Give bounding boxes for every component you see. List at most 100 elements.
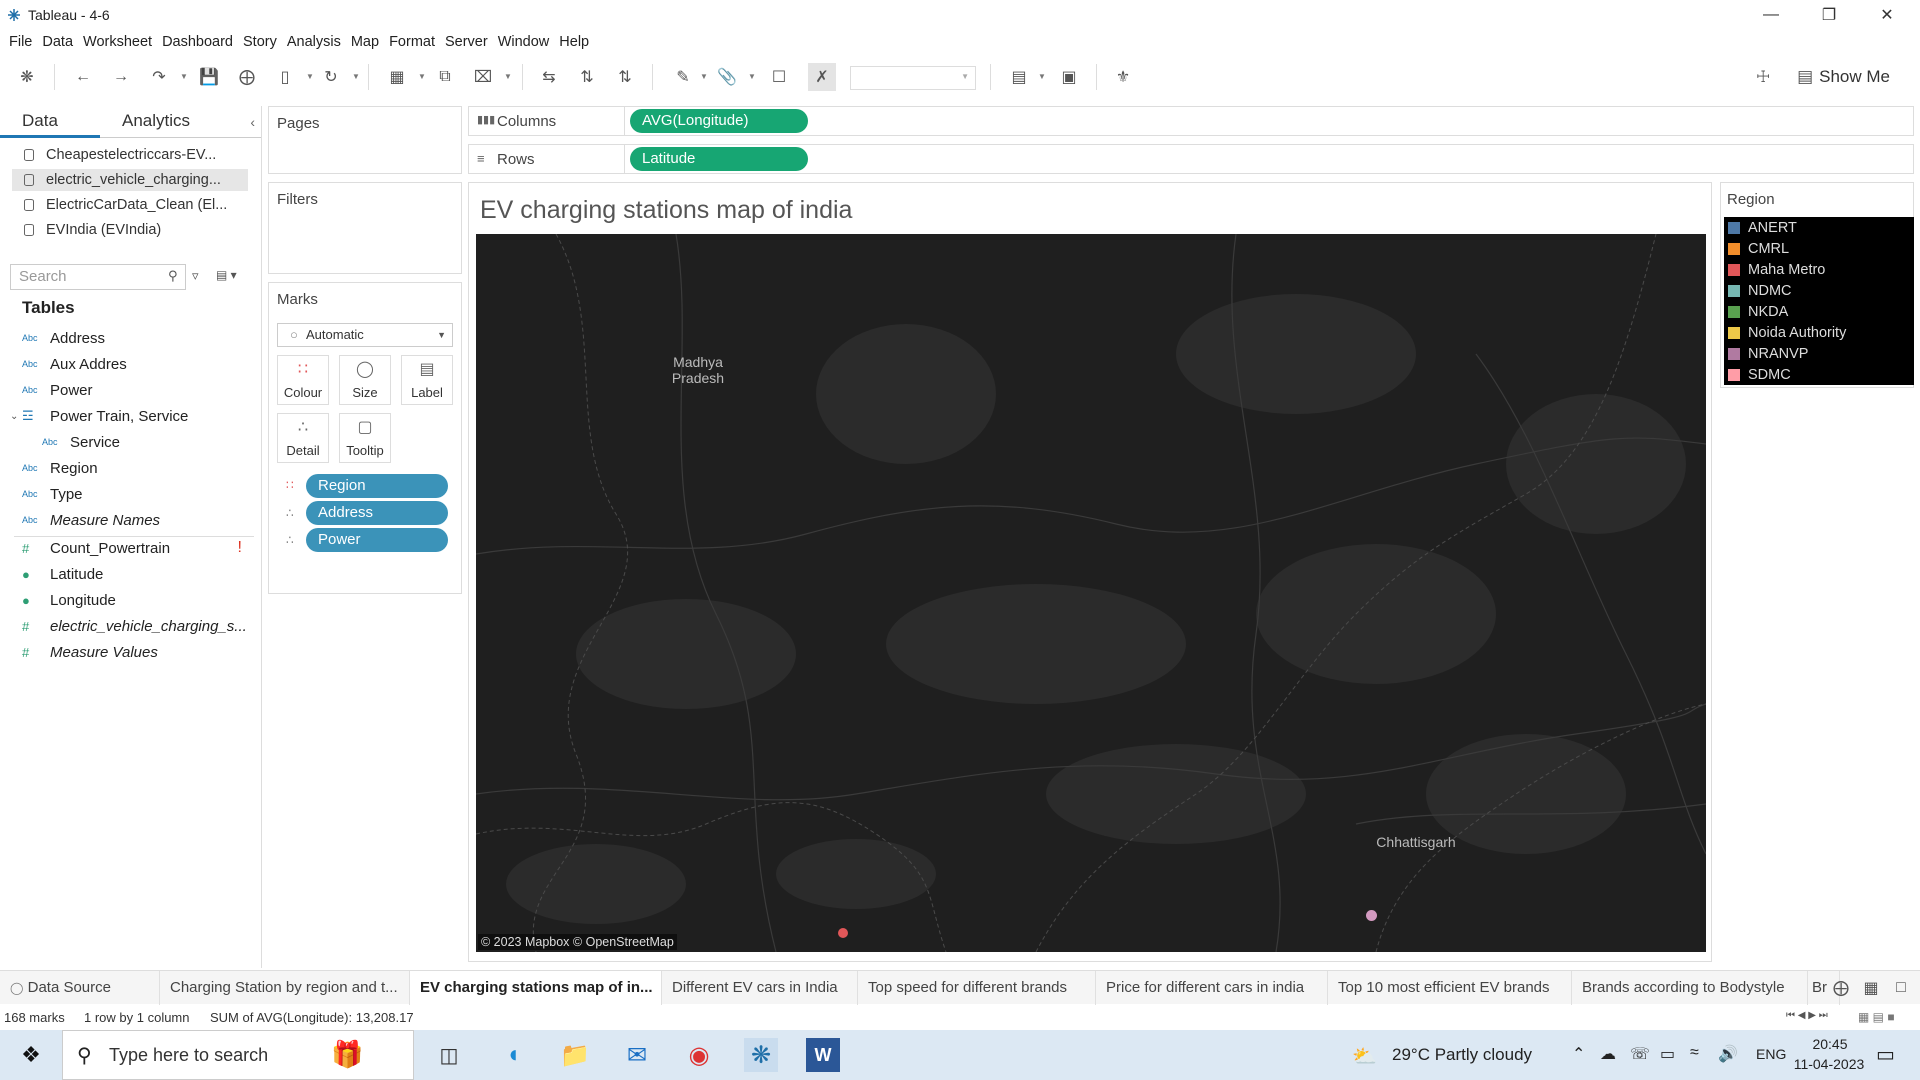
new-story-icon[interactable]: □: [1890, 977, 1912, 999]
field-measure-names[interactable]: Abc Measure Names: [22, 509, 256, 531]
clock-date[interactable]: 11-04-2023: [1764, 1056, 1894, 1072]
sheet-tab[interactable]: Top speed for different brands: [858, 971, 1096, 1005]
menu-file[interactable]: File: [9, 34, 32, 50]
colour-button[interactable]: ∷ Colour: [277, 355, 329, 405]
marks-pill-region[interactable]: Region: [306, 474, 448, 498]
datasource-item[interactable]: Cheapestelectriccars-EV...: [12, 144, 248, 166]
filter-icon[interactable]: ▿: [192, 268, 199, 284]
menu-worksheet[interactable]: Worksheet: [83, 34, 152, 50]
menu-format[interactable]: Format: [389, 34, 435, 50]
field-latitude[interactable]: ● Latitude: [22, 563, 256, 585]
new-dashboard-icon[interactable]: ▦: [1860, 977, 1882, 999]
tab-data[interactable]: Data: [0, 106, 100, 138]
view-options-icon[interactable]: ▤ ▾: [216, 268, 237, 282]
meet-icon[interactable]: ☏: [1630, 1044, 1650, 1064]
fit-dropdown[interactable]: ▼: [850, 66, 976, 90]
tableau-home-icon[interactable]: ❋: [16, 66, 38, 88]
replay-icon[interactable]: ↷: [148, 66, 170, 88]
datasource-item[interactable]: ElectricCarData_Clean (El...: [12, 194, 248, 216]
columns-pill-longitude[interactable]: AVG(Longitude): [630, 109, 808, 133]
map-point[interactable]: [838, 928, 848, 938]
datasource-item[interactable]: EVIndia (EVIndia): [12, 219, 248, 241]
field-address[interactable]: Abc Address: [22, 327, 256, 349]
filters-shelf[interactable]: Filters: [268, 182, 462, 274]
new-datasource-icon[interactable]: ⨁: [236, 66, 258, 88]
legend-item[interactable]: NRANVP: [1724, 343, 1914, 364]
sort-descending-icon[interactable]: ⇅: [614, 66, 636, 88]
restore-icon[interactable]: ❐: [1800, 0, 1858, 30]
legend-item[interactable]: Maha Metro: [1724, 259, 1914, 280]
show-me-button[interactable]: ▤ Show Me: [1797, 67, 1890, 87]
tab-analytics[interactable]: Analytics: [100, 106, 220, 138]
fix-axes-icon[interactable]: ✗: [808, 63, 836, 91]
field-aux-addres[interactable]: Abc Aux Addres: [22, 353, 256, 375]
legend-item[interactable]: NKDA: [1724, 301, 1914, 322]
sort-ascending-icon[interactable]: ⇅: [576, 66, 598, 88]
sheet-tab[interactable]: Different EV cars in India: [662, 971, 858, 1005]
clear-sheet-icon[interactable]: ⌧: [472, 66, 494, 88]
battery-icon[interactable]: ▭: [1660, 1044, 1675, 1064]
windows-start-icon[interactable]: ❖: [14, 1038, 48, 1072]
map-point[interactable]: [1366, 910, 1377, 921]
presentation-icon[interactable]: ▣: [1058, 66, 1080, 88]
network-icon[interactable]: ☁: [1600, 1044, 1616, 1064]
view-mode-icons[interactable]: ▦ ▤ ■: [1858, 1010, 1895, 1024]
sheet-tab[interactable]: Charging Station by region and t...: [160, 971, 410, 1005]
collapse-pane-icon[interactable]: ‹: [250, 114, 255, 130]
edge-icon[interactable]: ◖: [496, 1038, 530, 1072]
sheet-tab[interactable]: Price for different cars in india: [1096, 971, 1328, 1005]
redo-icon[interactable]: →: [110, 66, 132, 88]
notification-icon[interactable]: ▭: [1876, 1042, 1895, 1067]
minimize-icon[interactable]: —: [1742, 0, 1800, 30]
task-view-icon[interactable]: ◫: [432, 1038, 466, 1072]
label-button[interactable]: ▤ Label: [401, 355, 453, 405]
tooltip-button[interactable]: ▢ Tooltip: [339, 413, 391, 463]
swap-icon[interactable]: ⇆: [538, 66, 560, 88]
menu-map[interactable]: Map: [351, 34, 379, 50]
mail-icon[interactable]: ✉: [620, 1038, 654, 1072]
menu-server[interactable]: Server: [445, 34, 488, 50]
mark-type-dropdown[interactable]: ○ Automatic ▼: [277, 323, 453, 347]
refresh-icon[interactable]: ↻: [320, 66, 342, 88]
marks-pill-address[interactable]: Address: [306, 501, 448, 525]
menu-analysis[interactable]: Analysis: [287, 34, 341, 50]
chrome-icon[interactable]: ◉: [682, 1038, 716, 1072]
volume-icon[interactable]: 🔊: [1718, 1044, 1738, 1064]
tab-data-source[interactable]: ◯ Data Source: [0, 971, 160, 1005]
size-button[interactable]: ◯ Size: [339, 355, 391, 405]
tableau-taskbar-icon[interactable]: ❋: [744, 1038, 778, 1072]
sheet-tab-active[interactable]: EV charging stations map of in...: [410, 971, 662, 1005]
field-service[interactable]: Abc Service: [42, 431, 276, 453]
pages-shelf[interactable]: Pages: [268, 106, 462, 174]
field-charging-count[interactable]: # electric_vehicle_charging_s...: [22, 615, 256, 637]
pause-updates-icon[interactable]: ▯: [274, 66, 296, 88]
legend-item[interactable]: ANERT: [1724, 217, 1914, 238]
save-icon[interactable]: 💾: [198, 66, 220, 88]
weather-text[interactable]: 29°C Partly cloudy: [1392, 1045, 1532, 1065]
undo-icon[interactable]: ←: [72, 66, 94, 88]
show-cards-icon[interactable]: ▤: [1008, 66, 1030, 88]
new-worksheet-icon[interactable]: ▦: [386, 66, 408, 88]
marks-pill-power[interactable]: Power: [306, 528, 448, 552]
field-power[interactable]: Abc Power: [22, 379, 256, 401]
tray-chevron-icon[interactable]: ⌃: [1572, 1044, 1585, 1064]
legend-item[interactable]: SDMC: [1724, 364, 1914, 385]
menu-story[interactable]: Story: [243, 34, 277, 50]
search-input[interactable]: Search: [10, 264, 186, 290]
new-worksheet-icon[interactable]: ⨁: [1830, 977, 1852, 999]
menu-window[interactable]: Window: [498, 34, 550, 50]
legend-item[interactable]: Noida Authority: [1724, 322, 1914, 343]
menu-data[interactable]: Data: [42, 34, 73, 50]
chevron-down-icon[interactable]: ⌄: [10, 411, 22, 422]
field-longitude[interactable]: ● Longitude: [22, 589, 256, 611]
field-measure-values[interactable]: # Measure Values: [22, 641, 256, 663]
file-explorer-icon[interactable]: 📁: [558, 1038, 592, 1072]
show-labels-icon[interactable]: ☐: [768, 66, 790, 88]
datasource-item-selected[interactable]: electric_vehicle_charging...: [12, 169, 248, 191]
close-icon[interactable]: ✕: [1858, 0, 1916, 30]
legend-item[interactable]: CMRL: [1724, 238, 1914, 259]
word-icon[interactable]: W: [806, 1038, 840, 1072]
group-icon[interactable]: 📎: [716, 66, 738, 88]
duplicate-icon[interactable]: ⧉: [434, 66, 456, 88]
sheet-nav-icons[interactable]: ⏮ ◀ ▶ ⏭: [1786, 1010, 1828, 1021]
